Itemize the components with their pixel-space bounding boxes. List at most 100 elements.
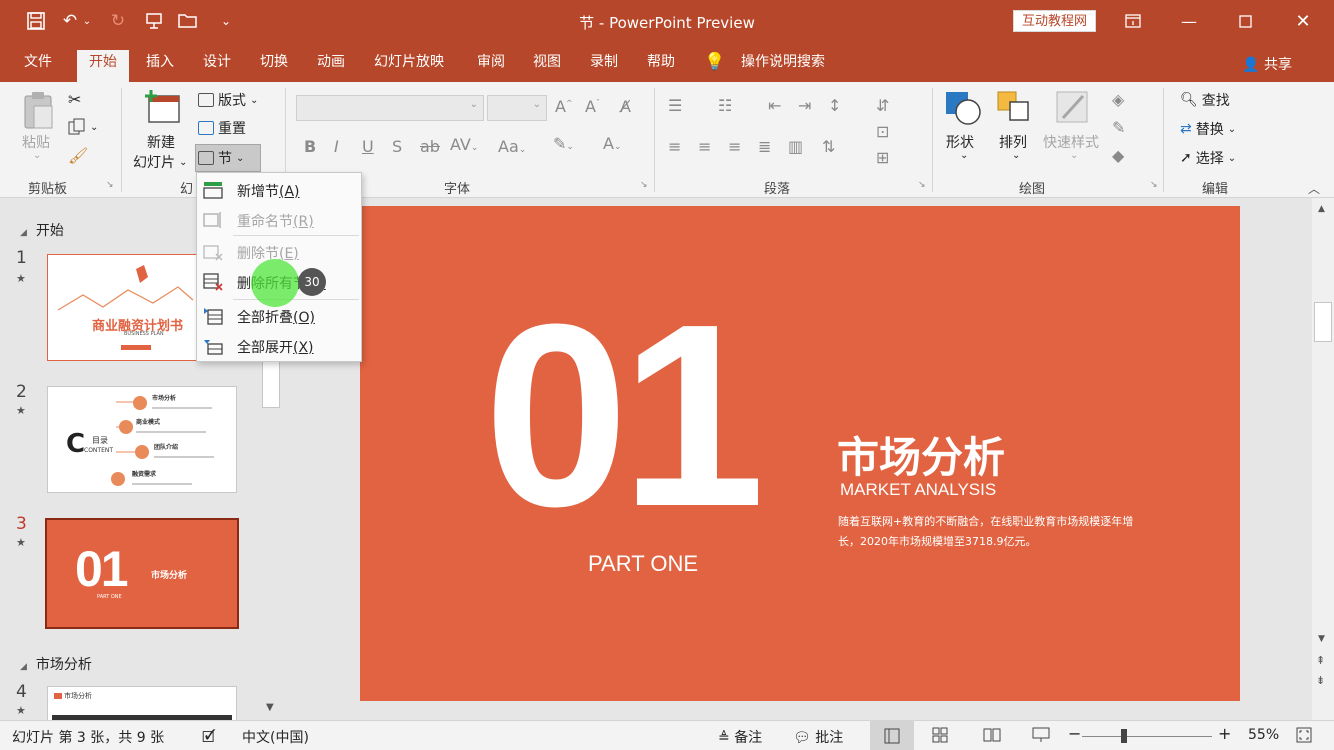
main-scrollbar[interactable]: ▲ ▼ ⇞ ⇟ bbox=[1312, 198, 1334, 720]
replace-button[interactable]: ⇄ 替换 ⌄ bbox=[1180, 119, 1236, 139]
shapes-icon[interactable] bbox=[944, 88, 982, 132]
shadow-icon[interactable]: S bbox=[392, 137, 402, 156]
find-button[interactable]: 🔍︎ 查找 bbox=[1180, 90, 1230, 110]
new-slide-button[interactable]: 幻灯片 ⌄ bbox=[133, 152, 187, 172]
tell-me-search[interactable]: 操作说明搜索 bbox=[729, 50, 837, 82]
quick-styles-dropdown-icon[interactable]: ⌄ bbox=[1070, 150, 1078, 161]
tab-design[interactable]: 设计 bbox=[191, 50, 243, 82]
numbering-icon[interactable]: ☷ bbox=[718, 96, 732, 115]
shapes-label[interactable]: 形状 bbox=[946, 132, 974, 152]
cut-icon[interactable]: ✂ bbox=[68, 90, 81, 109]
quick-styles-icon[interactable] bbox=[1055, 88, 1093, 132]
tab-home[interactable]: 开始 bbox=[77, 50, 129, 82]
close-button[interactable]: ✕ bbox=[1280, 6, 1326, 36]
slide-subheading[interactable]: MARKET ANALYSIS bbox=[840, 480, 996, 500]
justify-icon[interactable]: ≣ bbox=[758, 137, 771, 156]
slide-heading[interactable]: 市场分析 bbox=[837, 424, 1005, 485]
zoom-level[interactable]: 55% bbox=[1248, 727, 1279, 743]
slide-body-text[interactable]: 随着互联网+教育的不断融合，在线职业教育市场规模逐年增长，2020年市场规模增至… bbox=[838, 512, 1138, 552]
shape-outline-icon[interactable]: ✎ bbox=[1112, 118, 1125, 137]
tab-slideshow[interactable]: 幻灯片放映 bbox=[362, 50, 456, 82]
font-color-icon[interactable]: A⌄ bbox=[603, 134, 622, 153]
tab-file[interactable]: 文件 bbox=[12, 50, 64, 82]
menu-add-section[interactable]: 新增节(A) bbox=[197, 175, 361, 205]
decrease-font-icon[interactable]: Aˇ bbox=[585, 97, 600, 116]
underline-icon[interactable]: U bbox=[362, 137, 374, 156]
spell-check-icon[interactable]: 🗹 bbox=[202, 727, 215, 750]
text-direction-2-icon[interactable]: ⇵ bbox=[876, 96, 889, 115]
menu-expand-all[interactable]: 全部展开(X) bbox=[197, 331, 361, 361]
decrease-indent-icon[interactable]: ⇤ bbox=[768, 96, 781, 115]
select-button[interactable]: ➚ 选择 ⌄ bbox=[1180, 148, 1236, 168]
scroll-down-icon[interactable]: ▼ bbox=[1318, 634, 1325, 644]
font-launcher-icon[interactable]: ↘ bbox=[640, 180, 648, 190]
current-slide[interactable]: 01 PART ONE 市场分析 MARKET ANALYSIS 随着互联网+教… bbox=[360, 206, 1240, 701]
slide-thumbnail-3[interactable]: 01 市场分析 PART ONE bbox=[45, 518, 239, 629]
normal-view-button[interactable] bbox=[870, 721, 914, 750]
next-slide-icon[interactable]: ⇟ bbox=[1316, 674, 1325, 687]
strikethrough-icon[interactable]: ab bbox=[420, 137, 440, 156]
zoom-in-icon[interactable]: + bbox=[1218, 724, 1231, 743]
reading-view-button[interactable] bbox=[983, 727, 1001, 747]
share-button[interactable]: 👤 共享 bbox=[1242, 54, 1292, 74]
drawing-launcher-icon[interactable]: ↘ bbox=[1150, 180, 1158, 190]
bullets-icon[interactable]: ☰ bbox=[668, 96, 682, 115]
zoom-slider[interactable] bbox=[1082, 736, 1212, 737]
align-left-icon[interactable]: ≡ bbox=[668, 137, 681, 156]
highlight-icon[interactable]: ✎⌄ bbox=[553, 134, 574, 153]
slide-big-number[interactable]: 01 bbox=[484, 286, 765, 546]
tab-review[interactable]: 审阅 bbox=[465, 50, 517, 82]
new-slide-icon[interactable] bbox=[143, 88, 181, 128]
tab-record[interactable]: 录制 bbox=[578, 50, 630, 82]
increase-indent-icon[interactable]: ⇥ bbox=[798, 96, 811, 115]
collapse-ribbon-icon[interactable]: ︿ bbox=[1308, 180, 1320, 197]
tab-animations[interactable]: 动画 bbox=[305, 50, 357, 82]
font-name-combo[interactable]: ⌄ bbox=[296, 95, 484, 121]
tab-view[interactable]: 视图 bbox=[521, 50, 573, 82]
font-size-combo[interactable]: ⌄ bbox=[487, 95, 547, 121]
line-spacing-icon[interactable]: ↕ bbox=[828, 96, 841, 115]
slideshow-button[interactable] bbox=[1032, 727, 1050, 747]
tab-help[interactable]: 帮助 bbox=[635, 50, 687, 82]
language-status[interactable]: 中文(中国) bbox=[242, 727, 309, 747]
left-scroll-thumb[interactable] bbox=[262, 358, 280, 408]
text-direction-icon[interactable]: ⇅ bbox=[822, 137, 835, 156]
bold-icon[interactable]: B bbox=[304, 137, 316, 156]
tab-insert[interactable]: 插入 bbox=[134, 50, 186, 82]
new-slide-label-1[interactable]: 新建 bbox=[147, 132, 175, 152]
arrange-icon[interactable] bbox=[996, 88, 1034, 132]
columns-icon[interactable]: ▥ bbox=[788, 137, 803, 156]
zoom-out-icon[interactable]: − bbox=[1068, 724, 1081, 743]
section-header-start[interactable]: ◢ 开始 bbox=[20, 220, 64, 240]
shapes-dropdown-icon[interactable]: ⌄ bbox=[960, 150, 968, 161]
menu-rename-section[interactable]: 重命名节(R) bbox=[197, 205, 361, 235]
arrange-label[interactable]: 排列 bbox=[999, 132, 1027, 152]
format-painter-icon[interactable]: 🖌 bbox=[68, 146, 88, 165]
ribbon-display-icon[interactable] bbox=[1110, 6, 1156, 36]
quick-styles-label[interactable]: 快速样式 bbox=[1043, 132, 1099, 152]
shape-fill-icon[interactable]: ◈ bbox=[1112, 90, 1124, 109]
slide-sorter-button[interactable] bbox=[932, 727, 948, 747]
slide-thumbnail-4[interactable]: 市场分析 bbox=[47, 686, 237, 720]
section-button-content[interactable]: 节 ⌄ bbox=[198, 148, 244, 168]
paste-icon[interactable] bbox=[22, 90, 56, 136]
character-spacing-icon[interactable]: AV⌄ bbox=[450, 135, 478, 154]
increase-font-icon[interactable]: A^ bbox=[555, 97, 573, 116]
copy-icon[interactable]: ⌄ bbox=[68, 118, 98, 136]
layout-button[interactable]: 版式 ⌄ bbox=[198, 90, 258, 110]
minimize-button[interactable]: — bbox=[1166, 6, 1212, 36]
align-text-icon[interactable]: ⊡ bbox=[876, 122, 889, 141]
shape-effects-icon[interactable]: ◆ bbox=[1112, 146, 1124, 165]
italic-icon[interactable]: I bbox=[334, 137, 339, 156]
align-right-icon[interactable]: ≡ bbox=[728, 137, 741, 156]
clear-formatting-icon[interactable]: A̸ bbox=[620, 97, 631, 116]
slide-part-label[interactable]: PART ONE bbox=[588, 551, 698, 577]
paragraph-launcher-icon[interactable]: ↘ bbox=[918, 180, 926, 190]
change-case-icon[interactable]: Aa⌄ bbox=[498, 137, 526, 156]
scroll-up-icon[interactable]: ▲ bbox=[1318, 204, 1325, 214]
slide-thumbnail-1[interactable]: 商业融资计划书 BUSINESS PLAN bbox=[47, 254, 197, 361]
align-center-icon[interactable]: ≡ bbox=[698, 137, 711, 156]
comments-button[interactable]: 💬︎ 批注 bbox=[793, 727, 843, 747]
previous-slide-icon[interactable]: ⇞ bbox=[1316, 654, 1325, 667]
reset-button[interactable]: 重置 bbox=[198, 118, 246, 138]
